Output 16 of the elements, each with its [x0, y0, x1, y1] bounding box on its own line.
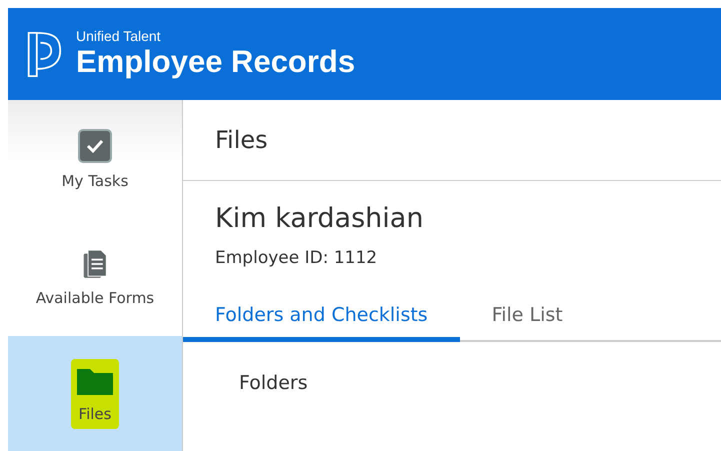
employee-id: Employee ID: 1112: [215, 248, 378, 268]
sidebar-item[interactable]: My Tasks: [8, 100, 182, 218]
tab[interactable]: File List: [460, 294, 595, 342]
sidebar-label: My Tasks: [62, 172, 128, 190]
sidebar-item[interactable]: Files: [8, 336, 182, 451]
logo-icon: [26, 30, 62, 78]
sidebar-item[interactable]: Available Forms: [8, 218, 182, 336]
checkbox-icon: [77, 128, 113, 164]
page-title: Files: [215, 126, 268, 154]
tab[interactable]: Folders and Checklists: [183, 294, 460, 342]
sidebar-label: Files: [78, 404, 112, 422]
sidebar-label: Available Forms: [36, 289, 154, 307]
section-heading: Folders: [239, 372, 308, 394]
employee-name: Kim kardashian: [215, 203, 424, 234]
app-subtitle: Unified Talent: [76, 28, 162, 44]
app-title: Employee Records: [76, 44, 356, 80]
